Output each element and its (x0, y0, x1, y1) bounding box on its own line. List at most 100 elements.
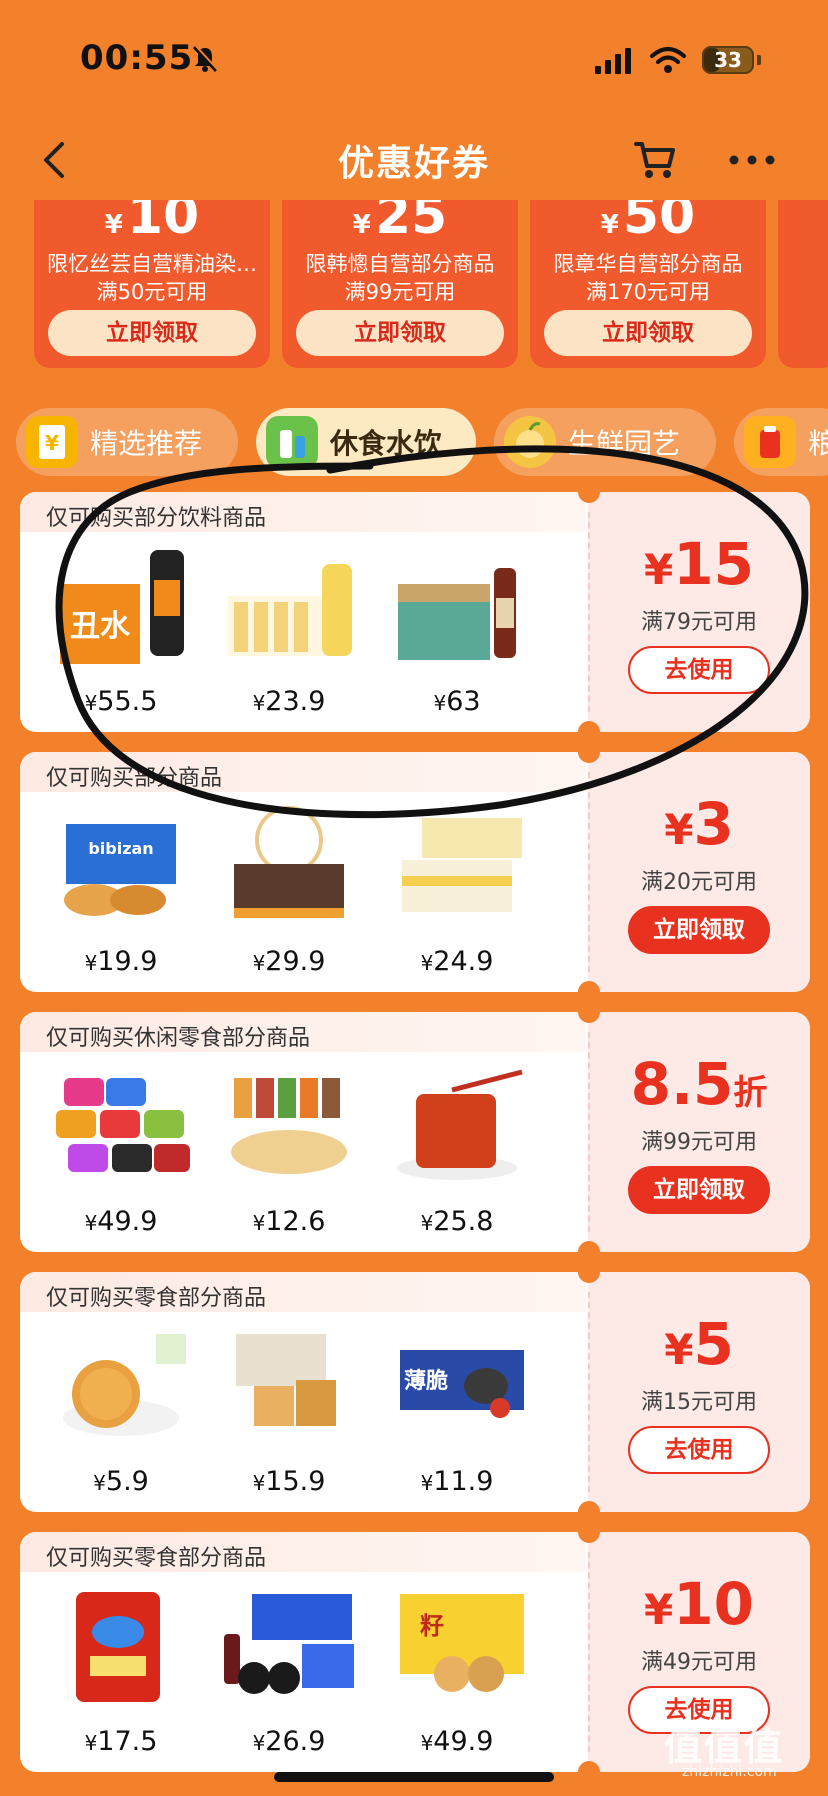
tab-label: 休食水饮 (330, 427, 443, 460)
tab-grain[interactable]: 粮 (734, 408, 828, 476)
product-price: ¥12.6 (252, 1206, 326, 1237)
card-divider (588, 1292, 590, 1492)
top-coupon-title: 限忆丝芸自营精油染… (47, 252, 257, 276)
coupon-value: ¥5 (664, 1310, 734, 1378)
coupon-value: ¥15 (644, 530, 754, 598)
product-price: ¥24.9 (420, 946, 494, 977)
top-coupon: ¥50 限章华自营部分商品 满170元可用 立即领取 (530, 200, 766, 368)
product-item[interactable]: ¥17.5 (46, 1584, 196, 1770)
svg-text:籽: 籽 (420, 1612, 444, 1640)
card-divider (588, 772, 590, 972)
product-image[interactable] (214, 804, 364, 932)
drinks-icon (266, 416, 318, 468)
product-price: ¥49.9 (84, 1206, 158, 1237)
product-item[interactable]: ¥26.9 (214, 1584, 364, 1770)
receipt-icon: ¥ (26, 416, 78, 468)
status-time: 00:55 (80, 38, 194, 78)
product-item[interactable]: ¥29.9 (214, 804, 364, 990)
product-price: ¥23.9 (252, 686, 326, 717)
page-title: 优惠好券 (337, 143, 490, 184)
product-image[interactable] (382, 804, 532, 932)
battery-tip (757, 55, 761, 65)
product-item[interactable]: 籽 ¥49.9 (382, 1584, 532, 1770)
product-image[interactable] (214, 1064, 364, 1192)
coupon-card: 仅可购买零食部分商品 ¥5 满15元可用 去使用 ¥5.9 ¥15.9 薄脆 ¥11.9 (20, 1272, 810, 1512)
claim-button[interactable]: 立即领取 (48, 310, 256, 356)
top-coupon: ¥25 限韩憁自营部分商品 满99元可用 立即领取 (282, 200, 518, 368)
product-image[interactable] (46, 1584, 196, 1712)
watermark-url: zhizhizhi.com (682, 1764, 777, 1780)
coupon-value: ¥3 (664, 790, 734, 858)
coupon-value-panel: ¥5 满15元可用 去使用 (588, 1272, 810, 1512)
product-item[interactable]: bibizan ¥19.9 (46, 804, 196, 990)
coupon-value: 8.5折 (630, 1050, 768, 1118)
claim-coupon-button[interactable]: 立即领取 (628, 1166, 770, 1214)
tab-featured[interactable]: ¥ 精选推荐 (16, 408, 238, 476)
battery-percent: 33 (714, 48, 742, 72)
coupon-condition: 满20元可用 (641, 870, 757, 895)
coupon-value-panel: ¥3 满20元可用立即领取 (588, 752, 810, 992)
cellular-signal-icon (595, 48, 631, 74)
tab-label: 精选推荐 (90, 427, 203, 460)
product-image[interactable] (46, 1064, 196, 1192)
product-price: ¥15.9 (252, 1466, 326, 1497)
top-coupon-amount: ¥10 (104, 200, 200, 246)
use-coupon-button[interactable]: 去使用 (628, 1426, 770, 1474)
product-image[interactable] (214, 1584, 364, 1712)
top-coupon-title: 限韩憁自营部分商品 (305, 252, 495, 276)
product-price: ¥11.9 (420, 1466, 494, 1497)
product-item[interactable]: ¥25.8 (382, 1064, 532, 1250)
coupon-card: 仅可购买部分饮料商品 ¥15 满79元可用 去使用 丑水 ¥55.5 ¥23.9 ¥63 (20, 492, 810, 732)
product-image[interactable] (382, 544, 532, 672)
product-image[interactable]: 丑水 (46, 544, 196, 672)
status-bar: 00:55 33 (0, 0, 828, 120)
watermark-logo: 值值值 (664, 1725, 785, 1769)
product-image[interactable] (214, 544, 364, 672)
product-item[interactable]: ¥49.9 (46, 1064, 196, 1250)
claim-button[interactable]: 立即领取 (544, 310, 752, 356)
grain-icon (744, 416, 796, 468)
nav-bar: 优惠好券 (0, 120, 828, 200)
coupon-value-panel: ¥15 满79元可用去使用 (588, 492, 810, 732)
product-image[interactable] (46, 1324, 196, 1452)
claim-button[interactable]: 立即领取 (296, 310, 504, 356)
product-item[interactable]: ¥5.9 (46, 1324, 196, 1510)
top-coupon-title: 限章华自营部分商品 (553, 252, 743, 276)
product-item[interactable]: ¥24.9 (382, 804, 532, 990)
product-price: ¥55.5 (84, 686, 158, 717)
product-item[interactable]: ¥23.9 (214, 544, 364, 730)
svg-text:¥: ¥ (45, 431, 59, 455)
more-icon[interactable] (728, 154, 776, 166)
product-item[interactable]: 薄脆 ¥11.9 (382, 1324, 532, 1510)
top-coupon-condition: 满170元可用 (585, 280, 711, 304)
product-item[interactable]: ¥15.9 (214, 1324, 364, 1510)
coupon-card: 仅可购买休闲零食部分商品 8.5折 满99元可用 立即领取 ¥49.9 ¥12.6 ¥25.… (20, 1012, 810, 1252)
cart-icon[interactable] (632, 136, 678, 182)
use-coupon-button[interactable]: 去使用 (628, 646, 770, 694)
product-item[interactable]: ¥63 (382, 544, 532, 730)
top-coupon-condition: 满50元可用 (96, 280, 208, 304)
top-coupon-condition: 满99元可用 (344, 280, 456, 304)
product-item[interactable]: ¥12.6 (214, 1064, 364, 1250)
product-image[interactable] (382, 1064, 532, 1192)
coupon-scope: 仅可购买部分商品 (46, 766, 223, 791)
svg-text:bibizan: bibizan (88, 839, 153, 858)
coupon-scope: 仅可购买休闲零食部分商品 (46, 1026, 311, 1051)
product-price: ¥26.9 (252, 1726, 326, 1757)
bell-muted-icon (192, 45, 219, 73)
claim-coupon-button[interactable]: 立即领取 (628, 906, 770, 954)
card-divider (588, 1552, 590, 1752)
product-image[interactable]: 籽 (382, 1584, 532, 1712)
product-item[interactable]: 丑水 ¥55.5 (46, 544, 196, 730)
svg-text:丑水: 丑水 (70, 609, 131, 644)
product-price: ¥63 (433, 686, 481, 717)
tab-snacks-drinks[interactable]: 休食水饮 (256, 408, 476, 476)
product-image[interactable] (214, 1324, 364, 1452)
battery-indicator: 33 (702, 46, 754, 74)
product-image[interactable]: 薄脆 (382, 1324, 532, 1452)
product-price: ¥19.9 (84, 946, 158, 977)
coupon-condition: 满79元可用 (641, 610, 757, 635)
tab-fresh-garden[interactable]: 生鲜园艺 (494, 408, 716, 476)
product-image[interactable]: bibizan (46, 804, 196, 932)
product-price: ¥5.9 (93, 1466, 149, 1497)
